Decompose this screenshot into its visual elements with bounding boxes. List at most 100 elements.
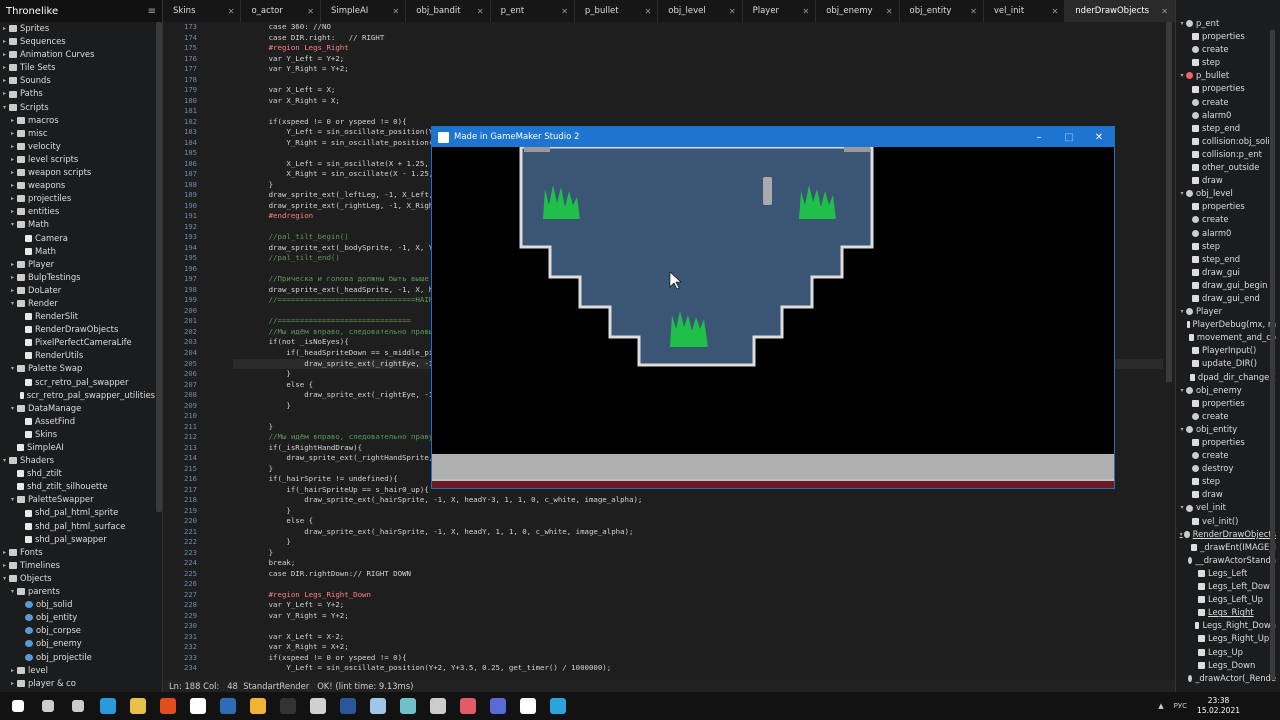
outline-item[interactable]: properties <box>1176 82 1276 95</box>
editor-tab[interactable]: o_actor ✕ <box>241 0 321 22</box>
steam-icon[interactable] <box>423 692 453 720</box>
code-line[interactable] <box>233 621 1163 632</box>
code-line[interactable]: case DIR.right: // RIGHT <box>233 33 1163 44</box>
tree-item[interactable]: PixelPerfectCameraLife <box>0 336 155 349</box>
outline-item[interactable]: ▾ Player <box>1176 305 1276 318</box>
collapse-arrow-icon[interactable]: ▸ <box>8 127 17 140</box>
tree-item[interactable]: ▸ Sequences <box>0 35 155 48</box>
close-tab-icon[interactable]: ✕ <box>886 7 893 16</box>
collapse-arrow-icon[interactable]: ▸ <box>0 87 9 100</box>
outline-item[interactable]: collision:p_ent <box>1176 148 1276 161</box>
outline-item[interactable]: step <box>1176 56 1276 69</box>
collapse-arrow-icon[interactable]: ▸ <box>8 258 17 271</box>
outline-item[interactable]: ▾ RenderDrawObjects <box>1176 528 1276 541</box>
tree-item[interactable]: Camera <box>0 232 155 245</box>
tree-item[interactable]: ▾ parents <box>0 585 155 598</box>
game-window[interactable]: Made in GameMaker Studio 2 – □ ✕ <box>431 126 1115 489</box>
outline-item[interactable]: Legs_Right_Down <box>1176 619 1276 632</box>
game-titlebar[interactable]: Made in GameMaker Studio 2 – □ ✕ <box>432 127 1114 147</box>
tree-item[interactable]: SimpleAI <box>0 441 155 454</box>
tree-item[interactable]: RenderSlit <box>0 310 155 323</box>
tree-item[interactable]: obj_projectile <box>0 651 155 664</box>
collapse-arrow-icon[interactable]: ▸ <box>8 114 17 127</box>
tree-item[interactable]: shd_pal_html_surface <box>0 520 155 533</box>
close-icon[interactable]: ✕ <box>1084 132 1114 143</box>
editor-tab[interactable]: p_bullet ✕ <box>575 0 659 22</box>
editor-tab[interactable]: SimpleAI ✕ <box>321 0 407 22</box>
code-line[interactable]: else { <box>233 516 1163 527</box>
outline-scrollbar[interactable] <box>1270 30 1275 680</box>
tree-item[interactable]: ▸ Timelines <box>0 559 155 572</box>
outline-item[interactable]: create <box>1176 43 1276 56</box>
outline-item[interactable]: properties <box>1176 436 1276 449</box>
minimize-icon[interactable]: – <box>1024 132 1054 143</box>
maximize-icon[interactable]: □ <box>1054 132 1084 143</box>
collapse-arrow-icon[interactable]: ▸ <box>8 664 17 677</box>
code-line[interactable]: var X_Right = X+2; <box>233 642 1163 653</box>
collapse-arrow-icon[interactable]: ▸ <box>8 166 17 179</box>
outline-item[interactable]: Legs_Left <box>1176 567 1276 580</box>
outline-item[interactable]: Legs_Up <box>1176 646 1276 659</box>
clock[interactable]: 23:38 15.02.2021 <box>1197 696 1240 716</box>
tree-item[interactable]: ▸ Fonts <box>0 546 155 559</box>
outline-item[interactable]: properties <box>1176 397 1276 410</box>
outline-item[interactable]: PlayerInput() <box>1176 344 1276 357</box>
outline-item[interactable]: Legs_Down <box>1176 659 1276 672</box>
tree-item[interactable]: ▾ Shaders <box>0 454 155 467</box>
tree-item[interactable]: ▾ DataManage <box>0 402 155 415</box>
tree-item[interactable]: ▸ velocity <box>0 140 155 153</box>
network-icon[interactable]: ▲ <box>1158 702 1163 710</box>
terminal-icon[interactable] <box>273 692 303 720</box>
outline-item[interactable]: other_outside <box>1176 161 1276 174</box>
expand-arrow-icon[interactable]: ▾ <box>1178 69 1186 82</box>
expand-arrow-icon[interactable]: ▾ <box>1178 501 1186 514</box>
outline-item[interactable]: properties <box>1176 200 1276 213</box>
collapse-arrow-icon[interactable]: ▸ <box>8 284 17 297</box>
outline-item[interactable]: update_DIR() <box>1176 357 1276 370</box>
outline-item[interactable]: _drawActor(_Rende <box>1176 672 1276 685</box>
outline-item[interactable]: draw_gui <box>1176 266 1276 279</box>
tree-item[interactable]: ▾ Palette Swap <box>0 362 155 375</box>
tree-item[interactable]: ▸ Sprites <box>0 22 155 35</box>
close-tab-icon[interactable]: ✕ <box>802 7 809 16</box>
close-tab-icon[interactable]: ✕ <box>1161 7 1168 16</box>
tree-item[interactable]: ▸ Animation Curves <box>0 48 155 61</box>
tree-item[interactable]: ▸ level <box>0 664 155 677</box>
tree-item[interactable]: obj_entity <box>0 611 155 624</box>
outline-item[interactable]: ▾ obj_enemy <box>1176 384 1276 397</box>
outline-item[interactable]: step <box>1176 240 1276 253</box>
search-icon[interactable] <box>33 692 63 720</box>
outline-item[interactable]: step_end <box>1176 122 1276 135</box>
tree-item[interactable]: ▸ macros <box>0 114 155 127</box>
outline-item[interactable]: draw <box>1176 488 1276 501</box>
outline-item[interactable]: ▾ p_ent <box>1176 17 1276 30</box>
code-line[interactable]: Y_Left = sin_oscillate_position(Y+2, Y+3… <box>233 663 1163 674</box>
tree-item[interactable]: AssetFind <box>0 415 155 428</box>
app3-icon[interactable] <box>483 692 513 720</box>
collapse-arrow-icon[interactable]: ▸ <box>8 677 17 690</box>
tree-item[interactable]: shd_pal_html_sprite <box>0 506 155 519</box>
tree-item[interactable]: ▸ BulpTestings <box>0 271 155 284</box>
expand-arrow-icon[interactable]: ▾ <box>8 362 17 375</box>
tree-item[interactable]: scr_retro_pal_swapper_utilities <box>0 389 155 402</box>
editor-tab[interactable]: vel_init ✕ <box>984 0 1066 22</box>
outline-item[interactable]: ▾ vel_init <box>1176 501 1276 514</box>
code-line[interactable]: var Y_Right = Y+2; <box>233 64 1163 75</box>
code-line[interactable]: draw_sprite_ext(_hairSprite, -1, X, head… <box>233 527 1163 538</box>
tree-item[interactable]: scr_retro_pal_swapper <box>0 376 155 389</box>
collapse-arrow-icon[interactable]: ▸ <box>8 140 17 153</box>
app2-icon[interactable] <box>453 692 483 720</box>
tree-item[interactable]: ▸ Sounds <box>0 74 155 87</box>
tree-item[interactable]: Skins <box>0 428 155 441</box>
expand-arrow-icon[interactable]: ▾ <box>8 585 17 598</box>
collapse-arrow-icon[interactable]: ▸ <box>8 271 17 284</box>
expand-arrow-icon[interactable]: ▾ <box>1178 187 1186 200</box>
editor-tab[interactable]: obj_level ✕ <box>658 0 743 22</box>
collapse-arrow-icon[interactable]: ▸ <box>8 179 17 192</box>
expand-arrow-icon[interactable]: ▾ <box>0 572 9 585</box>
tree-item[interactable]: ▾ Math <box>0 218 155 231</box>
tree-item[interactable]: ▸ weapon scripts <box>0 166 155 179</box>
outline-item[interactable]: dpad_dir_changer( <box>1176 371 1276 384</box>
app-icon[interactable] <box>153 692 183 720</box>
outline-item[interactable]: ▾ obj_level <box>1176 187 1276 200</box>
